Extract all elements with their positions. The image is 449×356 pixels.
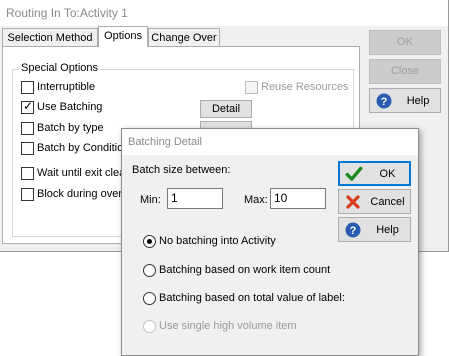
batch-by-type-checkbox[interactable] bbox=[21, 122, 34, 135]
radio-total-value-label-text: Batching based on total value of label: bbox=[159, 292, 345, 304]
ok-button-label: OK bbox=[397, 36, 413, 48]
svg-text:?: ? bbox=[381, 96, 388, 108]
batching-dialog-title: Batching Detail bbox=[122, 129, 418, 155]
radio-total-value-label[interactable] bbox=[143, 292, 156, 305]
help-icon: ? bbox=[345, 222, 361, 237]
dialog-help-label: Help bbox=[376, 223, 399, 236]
check-mark-icon: ✓ bbox=[23, 99, 34, 113]
tab-options-label: Options bbox=[104, 30, 142, 42]
batch-by-condition-label: Batch by Condition bbox=[37, 142, 130, 154]
max-input[interactable]: 10 bbox=[270, 188, 326, 209]
ok-button[interactable]: OK bbox=[369, 30, 441, 55]
tab-selection-method-label: Selection Method bbox=[7, 32, 93, 44]
batching-detail-dialog: Batching Detail Batch size between: Min:… bbox=[121, 128, 419, 356]
min-input[interactable]: 1 bbox=[167, 188, 223, 209]
radio-selected-dot bbox=[147, 239, 152, 244]
max-label: Max: bbox=[244, 194, 268, 206]
batch-by-condition-checkbox[interactable] bbox=[21, 142, 34, 155]
special-options-label: Special Options bbox=[19, 62, 101, 74]
batch-size-label: Batch size between: bbox=[132, 164, 231, 176]
radio-no-batching[interactable] bbox=[143, 235, 156, 248]
reuse-resources-label: Reuse Resources bbox=[261, 81, 349, 93]
radio-no-batching-label: No batching into Activity bbox=[159, 235, 276, 247]
radio-work-item-count-label: Batching based on work item count bbox=[159, 264, 331, 276]
wait-until-exit-checkbox[interactable] bbox=[21, 167, 34, 180]
interruptible-label: Interruptible bbox=[37, 81, 96, 93]
tab-selection-method[interactable]: Selection Method bbox=[2, 28, 98, 46]
min-label: Min: bbox=[140, 194, 161, 206]
batch-by-type-label: Batch by type bbox=[37, 122, 104, 134]
use-batching-label: Use Batching bbox=[37, 101, 103, 113]
help-button-label: Help bbox=[406, 94, 430, 107]
dialog-ok-button[interactable]: OK bbox=[338, 161, 411, 186]
check-icon bbox=[345, 166, 363, 181]
radio-work-item-count[interactable] bbox=[143, 264, 156, 277]
help-icon: ? bbox=[376, 93, 392, 108]
tab-change-over[interactable]: Change Over bbox=[148, 28, 220, 46]
use-batching-checkbox[interactable]: ✓ bbox=[21, 99, 34, 114]
routing-window-title: Routing In To:Activity 1 bbox=[0, 0, 448, 26]
block-during-overtime-checkbox[interactable] bbox=[21, 188, 34, 201]
close-button[interactable]: Close bbox=[369, 59, 441, 84]
svg-text:?: ? bbox=[350, 225, 357, 237]
radio-single-high-volume-label: Use single high volume item bbox=[159, 320, 297, 332]
tab-options[interactable]: Options bbox=[98, 26, 148, 47]
batching-detail-button[interactable]: Detail bbox=[200, 100, 252, 118]
dialog-cancel-button[interactable]: Cancel bbox=[338, 189, 411, 214]
help-button[interactable]: ? Help bbox=[369, 88, 441, 113]
wait-until-exit-label: Wait until exit clear bbox=[37, 167, 129, 179]
batching-detail-button-label: Detail bbox=[211, 103, 241, 115]
interruptible-checkbox[interactable] bbox=[21, 81, 34, 94]
dialog-ok-label: OK bbox=[379, 167, 396, 180]
tab-change-over-label: Change Over bbox=[151, 32, 217, 44]
radio-single-high-volume[interactable] bbox=[143, 320, 156, 333]
reuse-resources-checkbox[interactable] bbox=[245, 81, 258, 94]
cancel-x-icon bbox=[346, 194, 360, 209]
close-button-label: Close bbox=[390, 65, 420, 77]
dialog-cancel-label: Cancel bbox=[370, 195, 405, 208]
dialog-help-button[interactable]: ? Help bbox=[338, 217, 411, 242]
